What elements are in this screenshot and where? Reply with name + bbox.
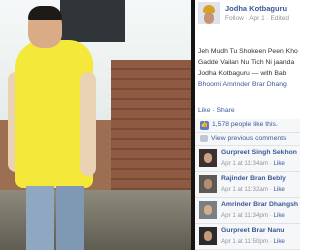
commenter-avatar[interactable] xyxy=(199,201,217,219)
post-side-panel: Jodha Kotbaguru Follow · Apr 1 · Edited … xyxy=(195,0,300,250)
comment-time[interactable]: Apr 1 at 11:34pm xyxy=(221,212,268,219)
photo-window xyxy=(60,0,125,42)
commenter-name[interactable]: Gurpreet Singh Sekhon xyxy=(221,149,297,156)
avatar-face xyxy=(204,231,212,241)
avatar-face xyxy=(204,179,212,189)
caption-line: Gadde Vailan Nu Tich Ni jaanda xyxy=(198,59,295,66)
commenter-avatar[interactable] xyxy=(199,227,217,245)
comment-meta: Apr 1 at 11:34pm · Like xyxy=(221,212,285,219)
avatar-face xyxy=(204,153,212,163)
comment-like-link[interactable]: Like xyxy=(274,238,285,245)
feedback-section: 👍 1,578 people like this. View previous … xyxy=(195,119,300,250)
photo-person-jeans xyxy=(56,186,84,250)
caption-line[interactable]: Jodha Kotbaguru — with Bab xyxy=(198,68,300,79)
avatar-face xyxy=(204,205,212,215)
photo-person-hair xyxy=(28,6,62,20)
commenter-name[interactable]: Rajinder Bran Bebly xyxy=(221,175,286,182)
comment-like-link[interactable]: Like xyxy=(274,212,285,219)
photo-person-jeans xyxy=(26,186,54,250)
likes-count-link[interactable]: 1,578 people like this. xyxy=(212,121,278,128)
post-photo[interactable] xyxy=(0,0,191,250)
comment-time[interactable]: Apr 1 at 11:34am xyxy=(221,160,268,167)
post-caption: Jeh Mudh Tu Shokeen Peen Kho Gadde Vaila… xyxy=(198,46,300,90)
likes-summary: 👍 1,578 people like this. xyxy=(195,119,300,133)
comment-time[interactable]: Apr 1 at 11:50pm xyxy=(221,238,268,245)
author-name-link[interactable]: Jodha Kotbaguru xyxy=(225,4,287,13)
caption-line: Jeh Mudh Tu Shokeen Peen Kho xyxy=(198,48,298,55)
view-previous-label[interactable]: View previous comments xyxy=(211,135,286,142)
commenter-avatar[interactable] xyxy=(199,175,217,193)
photo-person-arm xyxy=(80,72,96,176)
comment-meta: Apr 1 at 11:50pm · Like xyxy=(221,238,285,245)
comment-item: Amrinder Brar Dhangsh Apr 1 at 11:34pm ·… xyxy=(195,198,300,224)
caption-tagged-link[interactable]: Bhoomi Amrinder Brar Dhang xyxy=(198,79,300,90)
author-meta: Follow · Apr 1 · Edited xyxy=(225,15,289,22)
author-header: Jodha Kotbaguru Follow · Apr 1 · Edited xyxy=(198,2,300,26)
comment-meta: Apr 1 at 11:34am · Like xyxy=(221,160,285,167)
comments-icon xyxy=(200,135,208,142)
comment-meta: Apr 1 at 11:32am · Like xyxy=(221,186,285,193)
like-thumb-icon: 👍 xyxy=(200,121,209,130)
comment-like-link[interactable]: Like xyxy=(274,160,285,167)
comment-item: Gurpreet Brar Nanu Apr 1 at 11:50pm · Li… xyxy=(195,224,300,250)
like-share-actions[interactable]: Like · Share xyxy=(198,107,235,114)
view-previous-comments[interactable]: View previous comments xyxy=(195,133,300,146)
author-avatar[interactable] xyxy=(198,2,220,24)
comment-like-link[interactable]: Like xyxy=(274,186,285,193)
commenter-avatar[interactable] xyxy=(199,149,217,167)
commenter-name[interactable]: Amrinder Brar Dhangsh xyxy=(221,201,298,208)
comment-item: Gurpreet Singh Sekhon Apr 1 at 11:34am ·… xyxy=(195,146,300,172)
comment-item: Rajinder Bran Bebly Apr 1 at 11:32am · L… xyxy=(195,172,300,198)
commenter-name[interactable]: Gurpreet Brar Nanu xyxy=(221,227,284,234)
comment-time[interactable]: Apr 1 at 11:32am xyxy=(221,186,268,193)
avatar-face xyxy=(204,12,214,24)
